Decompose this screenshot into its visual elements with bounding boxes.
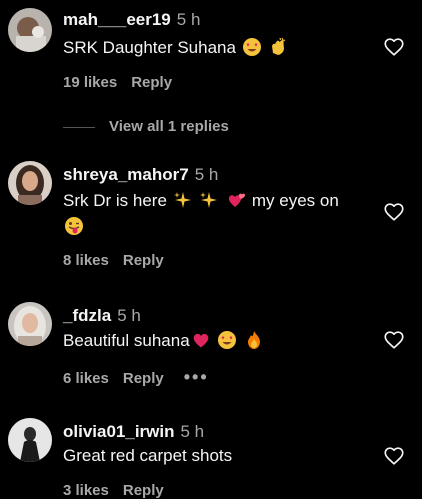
avatar[interactable] (8, 161, 52, 205)
comment-time: 5 h (176, 10, 201, 29)
comment-actions: 6 likes Reply ••• (63, 367, 209, 388)
heart-eyes-emoji-icon (242, 37, 262, 64)
likes-count[interactable]: 6 likes (63, 370, 109, 387)
comment-text: SRK Daughter Suhana (63, 36, 289, 64)
comment-username[interactable]: shreya_mahor7 5 h (63, 165, 218, 185)
heart-outline-icon[interactable] (383, 329, 405, 351)
fire-emoji-icon (244, 330, 264, 357)
comment-item: shreya_mahor7 5 h Srk Dr is here my eyes … (0, 155, 422, 285)
heart-eyes-emoji-icon (217, 330, 237, 357)
reply-button[interactable]: Reply (131, 74, 172, 91)
tongue-wink-emoji-icon (64, 216, 84, 243)
likes-count[interactable]: 3 likes (63, 482, 109, 499)
sparkles-emoji-icon (199, 190, 219, 217)
comment-actions: 8 likes Reply (63, 252, 164, 269)
avatar[interactable] (8, 418, 52, 462)
heart-outline-icon[interactable] (383, 445, 405, 467)
replies-divider (63, 126, 95, 128)
comment-username[interactable]: olivia01_irwin 5 h (63, 422, 204, 442)
comment-actions: 19 likes Reply (63, 74, 172, 91)
avatar[interactable] (8, 8, 52, 52)
two-hearts-emoji-icon (226, 190, 246, 217)
comment-time: 5 h (194, 165, 219, 184)
comment-time: 5 h (117, 306, 141, 325)
comment-text: Beautiful suhana (63, 329, 265, 357)
red-heart-emoji-icon (191, 330, 211, 357)
avatar[interactable] (8, 302, 52, 346)
comment-actions: 3 likes Reply (63, 482, 164, 499)
likes-count[interactable]: 19 likes (63, 74, 117, 91)
clapping-hands-emoji-icon (268, 37, 288, 64)
reply-button[interactable]: Reply (123, 370, 164, 387)
likes-count[interactable]: 8 likes (63, 252, 109, 269)
comment-username[interactable]: _fdzla 5 h (63, 306, 141, 326)
comment-username[interactable]: mah___eer19 5 h (63, 10, 200, 30)
comment-time: 5 h (180, 422, 205, 441)
reply-button[interactable]: Reply (123, 252, 164, 269)
view-replies-button[interactable]: View all 1 replies (63, 118, 229, 135)
view-replies-label: View all 1 replies (109, 118, 229, 135)
comment-text: Great red carpet shots (63, 446, 233, 465)
comment-item: mah___eer19 5 h SRK Daughter Suhana 19 li… (0, 0, 422, 118)
comment-item: olivia01_irwin 5 h Great red carpet shots… (0, 412, 422, 499)
sparkles-emoji-icon (173, 190, 193, 217)
heart-outline-icon[interactable] (383, 36, 405, 58)
heart-outline-icon[interactable] (383, 201, 405, 223)
comment-item: _fdzla 5 h Beautiful suhana 6 likes Reply •… (0, 296, 422, 404)
more-options-icon[interactable]: ••• (184, 367, 209, 387)
comment-text: Srk Dr is here my eyes on (63, 189, 339, 217)
comment-text-line2 (63, 215, 85, 243)
reply-button[interactable]: Reply (123, 482, 164, 499)
